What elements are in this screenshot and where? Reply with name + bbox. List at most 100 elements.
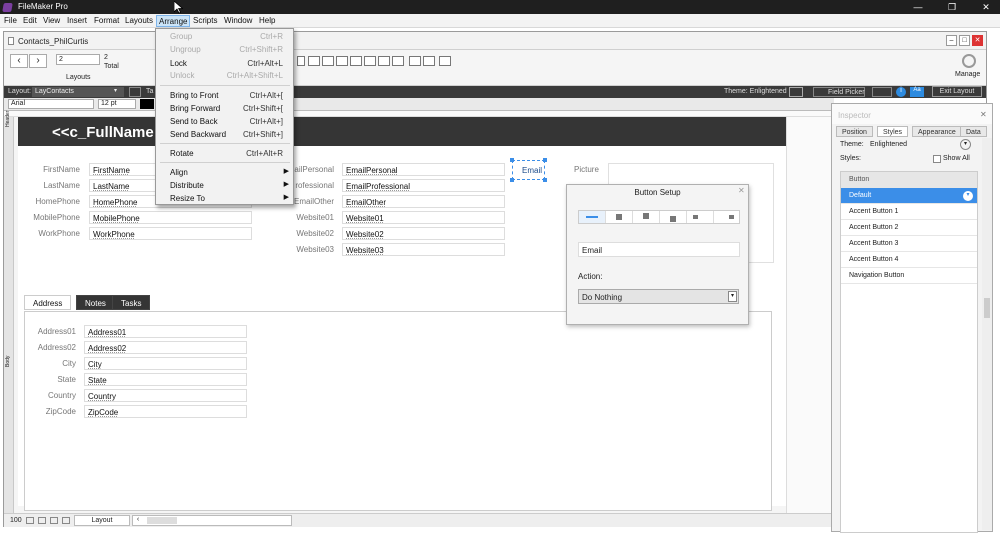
edit-layout-icon[interactable] — [129, 87, 141, 97]
style-item-default[interactable]: Default ▾ — [841, 188, 977, 204]
website02-field[interactable]: Website02 — [342, 227, 505, 240]
menu-view[interactable]: View — [43, 16, 60, 25]
selection-handle[interactable] — [543, 158, 547, 162]
inspector-scrollbar[interactable] — [982, 138, 992, 530]
website03-field[interactable]: Website03 — [342, 243, 505, 256]
workphone-field[interactable]: WorkPhone — [89, 227, 252, 240]
info-icon[interactable]: i — [896, 87, 906, 97]
chart-tool-icon[interactable] — [378, 56, 390, 66]
button-label-input[interactable]: Email — [578, 242, 740, 257]
mode-selector[interactable]: Layout — [74, 515, 130, 526]
close-icon[interactable]: ✕ — [975, 0, 997, 14]
button-tool-icon[interactable] — [336, 56, 348, 66]
toggle-statusbar-icon[interactable] — [62, 517, 70, 524]
menu-layouts[interactable]: Layouts — [125, 16, 153, 25]
line-tool-icon[interactable] — [297, 56, 305, 66]
menu-item-unlock[interactable]: Unlock Ctrl+Alt+Shift+L — [156, 69, 293, 82]
action-select[interactable]: Do Nothing — [578, 289, 739, 304]
emailprofessional-field[interactable]: EmailProfessional — [342, 179, 505, 192]
menu-edit[interactable]: Edit — [23, 16, 37, 25]
zoom-out-icon[interactable] — [26, 517, 34, 524]
selection-handle[interactable] — [543, 178, 547, 182]
show-all-checkbox[interactable] — [933, 155, 941, 163]
doc-restore-icon[interactable]: □ — [959, 35, 970, 46]
doc-close-icon[interactable]: ✕ — [972, 35, 983, 46]
zoom-level[interactable]: 100 — [10, 517, 22, 524]
tab-control-tool-icon[interactable] — [364, 56, 376, 66]
menu-scripts[interactable]: Scripts — [193, 16, 217, 25]
inspector-tab-data[interactable]: Data — [960, 126, 987, 137]
scroll-thumb[interactable] — [147, 517, 177, 524]
text-color-icon[interactable] — [140, 99, 154, 109]
style-item-navigation[interactable]: Navigation Button — [841, 268, 977, 284]
menu-item-resize-to[interactable]: Resize To ▶ — [156, 192, 293, 205]
field-picker-button[interactable]: Field Picker — [813, 87, 865, 97]
manage-label[interactable]: Manage — [955, 71, 980, 78]
menu-item-ungroup[interactable]: Ungroup Ctrl+Shift+R — [156, 43, 293, 56]
field-tool-icon[interactable] — [308, 56, 320, 66]
record-number-input[interactable]: 2 — [56, 54, 100, 65]
menu-item-distribute[interactable]: Distribute ▶ — [156, 179, 293, 192]
format-painter-icon[interactable] — [409, 56, 421, 66]
style-item-accent-4[interactable]: Accent Button 4 — [841, 252, 977, 268]
address02-field[interactable]: Address02 — [84, 341, 247, 354]
style-item-accent-2[interactable]: Accent Button 2 — [841, 220, 977, 236]
menu-item-group[interactable]: Group Ctrl+R — [156, 30, 293, 43]
zoom-in-icon[interactable] — [38, 517, 46, 524]
header-part-label[interactable]: Header — [5, 111, 11, 127]
doc-minimize-icon[interactable]: – — [946, 35, 957, 46]
scroll-left-icon[interactable]: ‹ — [133, 516, 143, 525]
font-size-select[interactable]: 12 pt — [98, 99, 136, 109]
menu-arrange[interactable]: Arrange — [156, 15, 191, 27]
inspector-tab-styles[interactable]: Styles — [877, 126, 909, 137]
city-field[interactable]: City — [84, 357, 247, 370]
fill-tool-icon[interactable] — [423, 56, 435, 66]
style-item-accent-1[interactable]: Accent Button 1 — [841, 204, 977, 220]
web-viewer-tool-icon[interactable] — [392, 56, 404, 66]
state-field[interactable]: State — [84, 373, 247, 386]
label-only-option[interactable] — [579, 211, 606, 223]
icon-right-option[interactable] — [714, 211, 740, 223]
next-record-icon[interactable]: › — [29, 54, 47, 68]
tab-notes[interactable]: Notes — [76, 295, 115, 310]
minimize-icon[interactable]: — — [907, 0, 929, 14]
menu-help[interactable]: Help — [259, 16, 275, 25]
selection-handle[interactable] — [510, 158, 514, 162]
menu-insert[interactable]: Insert — [67, 16, 87, 25]
prev-record-icon[interactable]: ‹ — [10, 54, 28, 68]
menu-format[interactable]: Format — [94, 16, 119, 25]
menu-item-bring-to-front[interactable]: Bring to Front Ctrl+Alt+[ — [156, 89, 293, 102]
tab-address[interactable]: Address — [24, 295, 72, 310]
field-control-tool-icon[interactable] — [322, 56, 334, 66]
icon-only-option[interactable] — [606, 211, 633, 223]
theme-change-icon[interactable] — [789, 87, 803, 97]
chevron-down-icon[interactable]: ▾ — [728, 291, 737, 302]
address01-field[interactable]: Address01 — [84, 325, 247, 338]
restore-icon[interactable]: ❐ — [941, 0, 963, 14]
inspector-tab-position[interactable]: Position — [836, 126, 873, 137]
horizontal-scrollbar[interactable]: ‹ — [132, 515, 292, 526]
fullname-merge-field[interactable]: <<c_FullName — [52, 124, 154, 141]
icon-top-option[interactable] — [633, 211, 660, 223]
website01-field[interactable]: Website01 — [342, 211, 505, 224]
layout-select[interactable]: LayContacts — [32, 87, 124, 97]
email-button-object[interactable]: Email — [510, 158, 547, 182]
menu-item-bring-forward[interactable]: Bring Forward Ctrl+Shift+[ — [156, 102, 293, 115]
menu-item-align[interactable]: Align ▶ — [156, 166, 293, 179]
pen-tool-icon[interactable] — [439, 56, 451, 66]
close-icon[interactable]: ✕ — [980, 110, 987, 119]
exit-layout-button[interactable]: Exit Layout — [932, 86, 982, 97]
mobilephone-field[interactable]: MobilePhone — [89, 211, 252, 224]
emailpersonal-field[interactable]: EmailPersonal — [342, 163, 505, 176]
close-icon[interactable]: ✕ — [738, 186, 745, 195]
style-menu-icon[interactable]: ▾ — [963, 191, 973, 201]
gear-icon[interactable] — [962, 54, 976, 68]
icon-left-option[interactable] — [687, 211, 714, 223]
menu-window[interactable]: Window — [224, 16, 252, 25]
style-item-accent-3[interactable]: Accent Button 3 — [841, 236, 977, 252]
menu-item-send-to-back[interactable]: Send to Back Ctrl+Alt+] — [156, 115, 293, 128]
popover-tool-icon[interactable] — [350, 56, 362, 66]
menu-item-send-backward[interactable]: Send Backward Ctrl+Shift+] — [156, 128, 293, 141]
menu-item-rotate[interactable]: Rotate Ctrl+Alt+R — [156, 147, 293, 160]
font-select[interactable]: Arial — [8, 99, 94, 109]
